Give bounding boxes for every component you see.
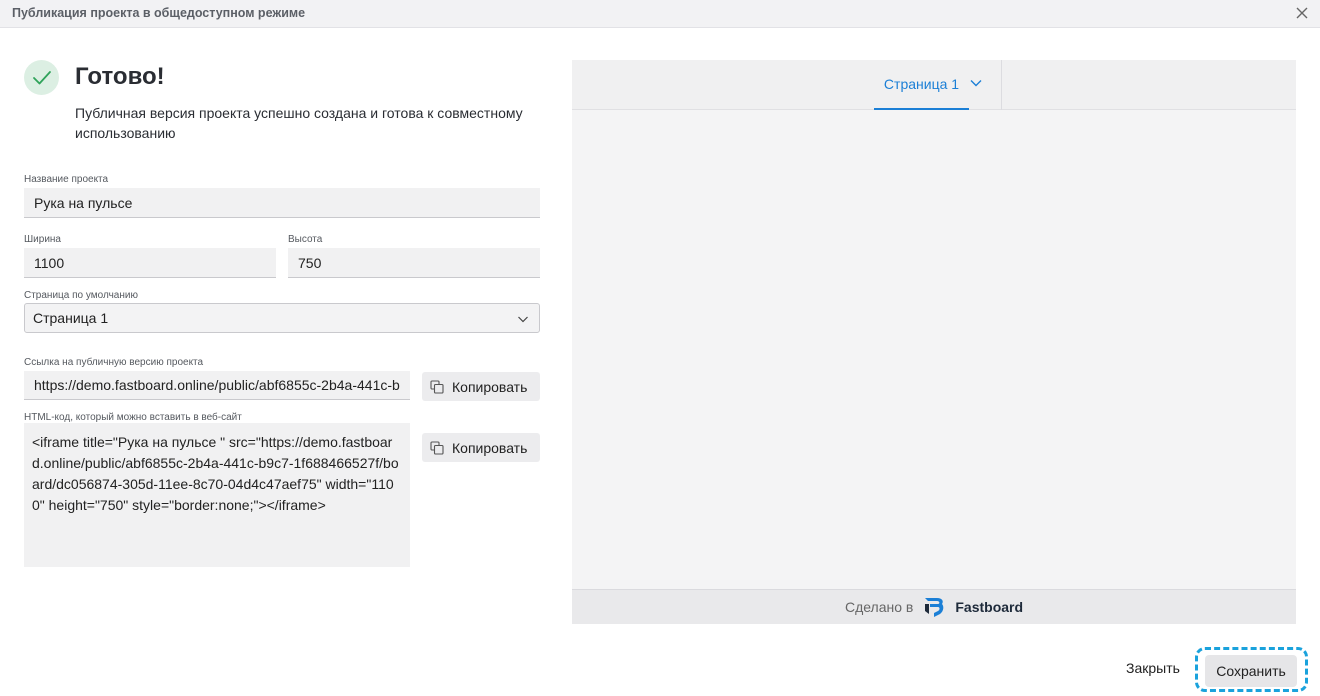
project-name-input[interactable]: Рука на пульсе — [24, 188, 540, 218]
width-input[interactable]: 1100 — [24, 248, 276, 278]
height-value: 750 — [298, 254, 322, 271]
preview-canvas — [572, 111, 1296, 590]
brand-name: Fastboard — [955, 599, 1024, 615]
tab-divider — [1001, 60, 1002, 110]
tab-page-1[interactable]: Страница 1 — [874, 60, 969, 110]
success-badge — [24, 60, 59, 95]
preview-panel: Страница 1 Сделано в Fastboard — [572, 60, 1296, 624]
copy-link-label: Копировать — [452, 378, 528, 395]
width-label: Ширина — [24, 234, 61, 245]
dialog-titlebar: Публикация проекта в общедоступном режим… — [0, 0, 1320, 28]
default-page-label: Страница по умолчанию — [24, 290, 138, 301]
public-link-input[interactable]: https://demo.fastboard.online/public/abf… — [24, 371, 410, 400]
height-input[interactable]: 750 — [288, 248, 540, 278]
chevron-down-icon[interactable] — [969, 76, 983, 90]
fastboard-logo — [925, 598, 944, 617]
copy-icon — [430, 440, 444, 455]
width-value: 1100 — [34, 254, 65, 271]
copy-link-button[interactable]: Копировать — [422, 372, 540, 401]
public-link-value: https://demo.fastboard.online/public/abf… — [34, 377, 400, 393]
dialog-title: Публикация проекта в общедоступном режим… — [12, 6, 306, 20]
preview-footer: Сделано в Fastboard — [572, 589, 1296, 624]
close-icon[interactable] — [1294, 5, 1310, 21]
embed-code-textarea[interactable]: <iframe title="Рука на пульсе " src="htt… — [24, 423, 410, 567]
default-page-select[interactable]: Страница 1 — [24, 303, 540, 333]
chevron-down-icon — [518, 316, 528, 323]
public-link-label: Ссылка на публичную версию проекта — [24, 357, 204, 368]
close-button[interactable]: Закрыть — [1126, 660, 1180, 676]
project-name-value: Рука на пульсе — [34, 194, 133, 211]
check-icon — [33, 71, 51, 85]
default-page-value: Страница 1 — [33, 310, 109, 326]
project-name-label: Название проекта — [24, 174, 109, 185]
status-heading: Готово! — [75, 63, 165, 90]
embed-code-label: HTML-код, который можно вставить в веб-с… — [24, 412, 242, 423]
copy-embed-button[interactable]: Копировать — [422, 433, 540, 462]
save-button[interactable]: Сохранить — [1205, 655, 1297, 687]
copy-icon — [430, 379, 444, 394]
height-label: Высота — [288, 234, 323, 245]
preview-tabs: Страница 1 — [572, 60, 1296, 110]
made-in-text: Сделано в — [844, 599, 914, 615]
status-message: Публичная версия проекта успешно создана… — [75, 105, 523, 141]
copy-embed-label: Копировать — [452, 439, 528, 456]
